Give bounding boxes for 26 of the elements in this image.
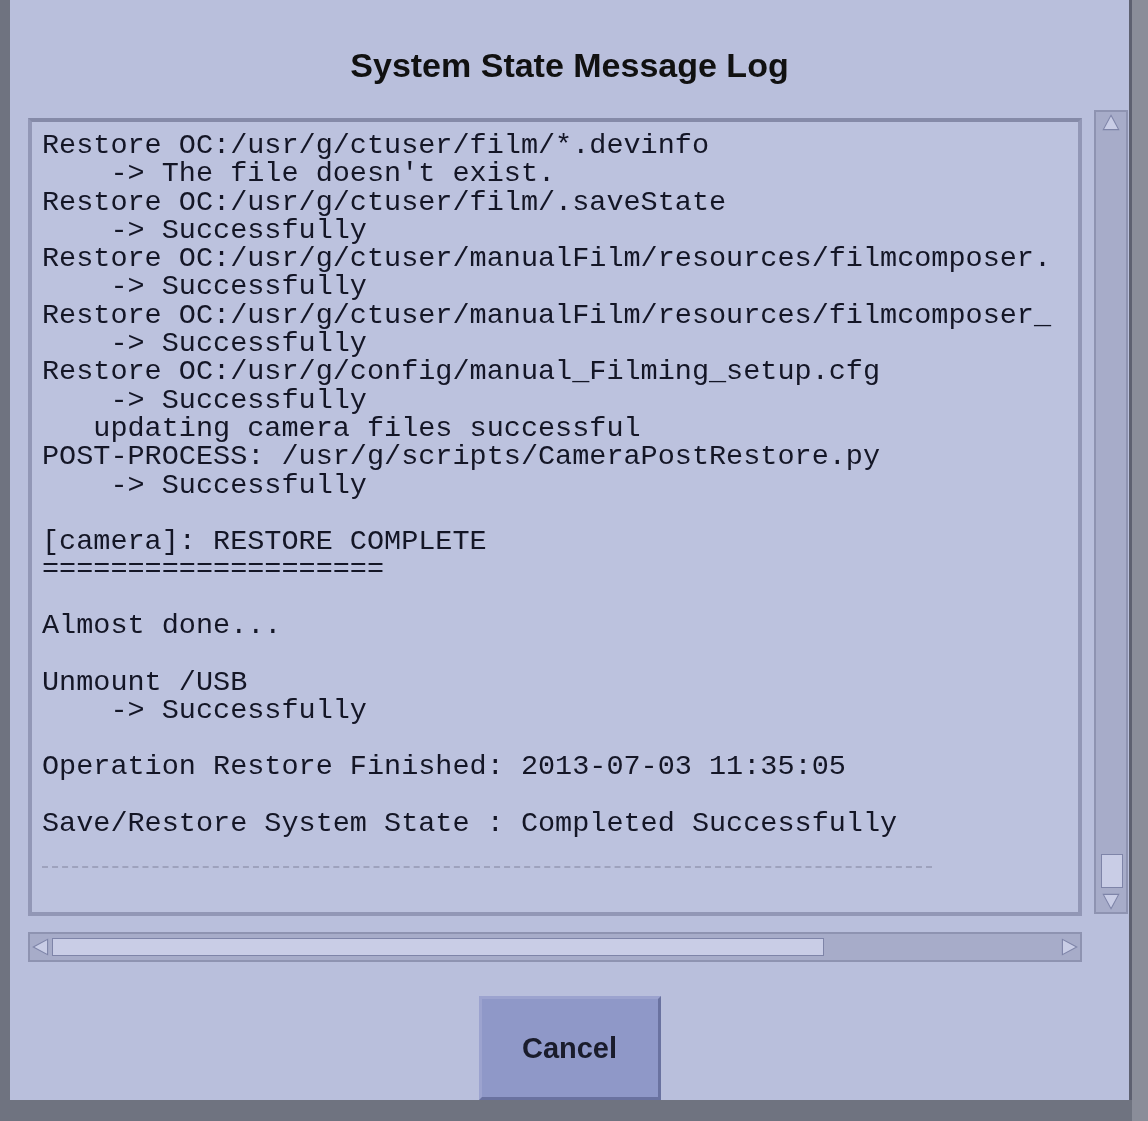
log-line: Save/Restore System State : Completed Successfully — [42, 809, 899, 838]
log-line: -> Successfully — [109, 471, 367, 500]
log-line: -> Successfully — [109, 273, 367, 302]
scroll-thumb[interactable] — [1101, 854, 1123, 888]
log-line: -> Successfully — [110, 386, 367, 415]
log-line: Restore OC:/usr/g/ctuser/film/.saveState — [42, 188, 728, 217]
log-line: Restore OC:/usr/g/ctuser/manualFilm/resources/filmcomposer. — [42, 245, 1053, 274]
log-line: -> The file doesn't exist. — [109, 160, 556, 189]
log-line: POST-PROCESS: /usr/g/scripts/CameraPostRestore.py — [42, 443, 882, 472]
cancel-button[interactable]: Cancel — [478, 996, 661, 1100]
log-line: -> Successfully — [109, 697, 368, 726]
log-line: Restore OC:/usr/g/ctuser/manualFilm/resources/filmcomposer_ — [42, 301, 1053, 331]
log-line: Unmount /USB — [42, 668, 248, 698]
log-line: -> Successfully — [109, 216, 367, 246]
log-line: -> Successfully — [109, 330, 367, 359]
log-line: Operation Restore Finished: 2013-07-03 11:35:05 — [42, 753, 847, 782]
log-line: [camera]: RESTORE COMPLETE — [42, 527, 488, 557]
log-line: Restore OC:/usr/g/ctuser/film/*.devinfo — [42, 132, 710, 161]
log-line: ==================== — [42, 556, 386, 585]
scroll-thumb[interactable] — [52, 938, 824, 956]
vertical-scrollbar[interactable] — [1094, 110, 1128, 914]
horizontal-scrollbar[interactable] — [28, 932, 1082, 962]
window-title: System State Message Log — [349, 45, 790, 86]
log-line: updating camera files successful — [92, 414, 641, 444]
log-line: Restore OC:/usr/g/config/manual_Filming_setup.cfg — [42, 358, 882, 387]
log-line: Almost done... — [42, 612, 283, 641]
